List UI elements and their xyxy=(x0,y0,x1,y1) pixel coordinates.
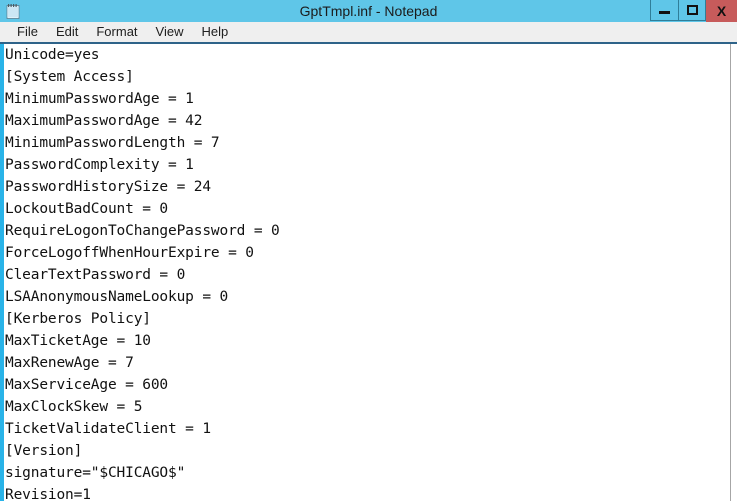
maximize-icon xyxy=(686,5,698,15)
text-line[interactable]: LockoutBadCount = 0 xyxy=(5,198,729,220)
text-line[interactable]: signature="$CHICAGO$" xyxy=(5,462,729,484)
text-line[interactable]: [Kerberos Policy] xyxy=(5,308,729,330)
menu-bar: File Edit Format View Help xyxy=(0,22,737,44)
text-line[interactable]: MaximumPasswordAge = 42 xyxy=(5,110,729,132)
minimize-icon xyxy=(659,10,670,14)
text-line[interactable]: [Version] xyxy=(5,440,729,462)
text-line[interactable]: RequireLogonToChangePassword = 0 xyxy=(5,220,729,242)
notepad-window: GptTmpl.inf - Notepad X File Edit Format… xyxy=(0,0,737,503)
text-line[interactable]: MaxTicketAge = 10 xyxy=(5,330,729,352)
text-line[interactable]: MaxClockSkew = 5 xyxy=(5,396,729,418)
text-line[interactable]: [System Access] xyxy=(5,66,729,88)
text-line[interactable]: Revision=1 xyxy=(5,484,729,501)
text-line[interactable]: PasswordComplexity = 1 xyxy=(5,154,729,176)
minimize-button[interactable] xyxy=(650,0,678,21)
close-button[interactable]: X xyxy=(706,0,737,22)
editor-right-gutter xyxy=(731,44,737,501)
text-line[interactable]: ForceLogoffWhenHourExpire = 0 xyxy=(5,242,729,264)
text-line[interactable]: LSAAnonymousNameLookup = 0 xyxy=(5,286,729,308)
window-controls: X xyxy=(650,0,737,22)
menu-item-view[interactable]: View xyxy=(147,22,193,42)
menu-item-edit[interactable]: Edit xyxy=(47,22,87,42)
editor-left-border xyxy=(0,44,4,501)
text-line[interactable]: Unicode=yes xyxy=(5,44,729,66)
text-line[interactable]: TicketValidateClient = 1 xyxy=(5,418,729,440)
text-line[interactable]: PasswordHistorySize = 24 xyxy=(5,176,729,198)
maximize-button[interactable] xyxy=(678,0,706,21)
editor-right-border xyxy=(730,44,731,501)
text-line[interactable]: MaxRenewAge = 7 xyxy=(5,352,729,374)
text-content[interactable]: Unicode=yes [System Access] MinimumPasswor… xyxy=(5,44,729,501)
editor-area[interactable]: Unicode=yes [System Access] MinimumPasswor… xyxy=(0,44,737,501)
menu-item-format[interactable]: Format xyxy=(87,22,146,42)
window-title: GptTmpl.inf - Notepad xyxy=(299,3,438,19)
text-line[interactable]: MaxServiceAge = 600 xyxy=(5,374,729,396)
text-line[interactable]: ClearTextPassword = 0 xyxy=(5,264,729,286)
menu-item-file[interactable]: File xyxy=(8,22,47,42)
text-line[interactable]: MinimumPasswordLength = 7 xyxy=(5,132,729,154)
title-bar[interactable]: GptTmpl.inf - Notepad X xyxy=(0,0,737,22)
text-line[interactable]: MinimumPasswordAge = 1 xyxy=(5,88,729,110)
menu-item-help[interactable]: Help xyxy=(192,22,237,42)
